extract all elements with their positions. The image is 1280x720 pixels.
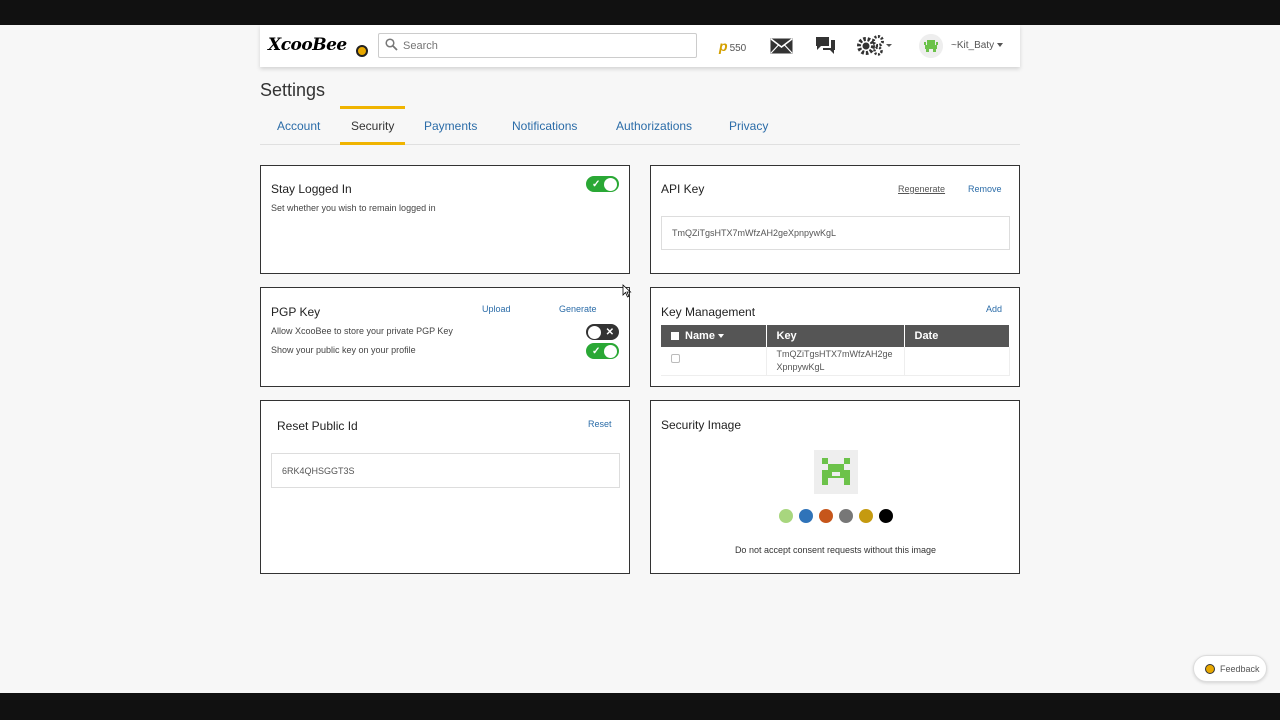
key-table: Name Key Date TmQZiTgsHTX7mWfzAH2ge Xpnpy… [661,325,1010,376]
store-private-key-toggle[interactable]: ✕ [586,324,619,340]
reset-link[interactable]: Reset [588,419,612,429]
generate-link[interactable]: Generate [559,304,597,314]
bottom-black-bar [0,693,1280,720]
chat-icon[interactable] [815,36,836,55]
table-row: TmQZiTgsHTX7mWfzAH2ge XpnpywKgL [661,347,1010,376]
active-tab-indicator-top [340,106,405,109]
tab-security[interactable]: Security [351,119,394,133]
date-column-header: Date [904,325,1010,347]
swatch-gray[interactable] [839,509,853,523]
chevron-down-icon [997,43,1004,48]
security-image-note: Do not accept consent requests without t… [734,545,937,555]
search-box[interactable] [378,33,697,58]
store-private-key-label: Allow XcooBee to store your private PGP … [271,326,453,336]
upload-link[interactable]: Upload [482,304,511,314]
swatch-light-green[interactable] [779,509,793,523]
app-header: XcooBee p550 [260,25,1020,67]
sort-caret-icon [717,334,724,339]
security-image-card: Security Image Do not accept consent req… [650,400,1020,574]
toggle-knob [588,326,601,339]
mail-icon[interactable] [770,38,793,54]
points-icon: p [719,38,728,54]
toggle-knob [604,345,617,358]
mouse-cursor-icon [622,284,632,298]
space-invader-icon[interactable] [814,450,858,494]
reset-public-id-card: Reset Public Id Reset 6RK4QHSGGT3S [260,400,630,574]
page-title: Settings [260,80,326,100]
top-black-bar [0,0,1280,25]
tab-notifications[interactable]: Notifications [512,119,577,133]
avatar-icon [919,34,943,58]
color-swatches [779,509,899,523]
name-column-header[interactable]: Name [661,325,767,347]
feedback-button[interactable]: Feedback [1193,655,1267,682]
tab-account[interactable]: Account [277,119,320,133]
security-image-title: Security Image [661,418,742,432]
add-key-link[interactable]: Add [986,304,1002,314]
gears-icon[interactable] [856,33,894,57]
swatch-orange[interactable] [819,509,833,523]
stay-logged-in-toggle[interactable]: ✓ [586,176,619,192]
key-management-card: Key Management Add Name Key Date TmQZiTg… [650,287,1020,387]
api-key-field[interactable]: TmQZiTgsHTX7mWfzAH2geXpnpywKgL [661,216,1010,250]
bee-icon [1205,664,1215,674]
show-public-key-toggle[interactable]: ✓ [586,343,619,359]
logo-text: XcooBee [268,35,347,55]
swatch-blue[interactable] [799,509,813,523]
api-key-card: API Key Regenerate Remove TmQZiTgsHTX7mW… [650,165,1020,274]
key-cell: TmQZiTgsHTX7mWfzAH2ge XpnpywKgL [766,347,905,376]
row-select-cell [661,347,767,376]
points-value: 550 [729,43,747,54]
public-id-field[interactable]: 6RK4QHSGGT3S [271,453,620,488]
reset-public-id-title: Reset Public Id [277,419,358,433]
active-tab-indicator [340,142,405,145]
swatch-black[interactable] [879,509,893,523]
pgp-key-card: PGP Key Upload Generate Allow XcooBee to… [260,287,630,387]
show-public-key-label: Show your public key on your profile [271,345,416,355]
date-cell [904,347,1010,376]
username: ~Kit_Baty [951,40,1004,51]
x-icon: ✕ [605,327,614,338]
bee-icon [356,45,368,57]
swatch-gold[interactable] [859,509,873,523]
stay-logged-in-subtitle: Set whether you wish to remain logged in [271,203,436,213]
tab-authorizations[interactable]: Authorizations [616,119,692,133]
pgp-key-title: PGP Key [271,305,321,319]
search-input[interactable] [403,37,688,55]
stay-logged-in-card: Stay Logged In Set whether you wish to r… [260,165,630,274]
select-all-checkbox[interactable] [671,332,679,341]
api-key-title: API Key [661,182,705,196]
points-balance[interactable]: p 550 [719,38,746,54]
xcoobee-logo[interactable]: XcooBee [266,31,370,61]
key-column-header: Key [766,325,905,347]
toggle-knob [604,178,617,191]
tab-privacy[interactable]: Privacy [729,119,768,133]
row-checkbox[interactable] [671,354,680,364]
check-icon: ✓ [592,179,601,190]
tab-payments[interactable]: Payments [424,119,477,133]
key-management-title: Key Management [661,305,756,319]
user-menu[interactable]: ~Kit_Baty [919,34,1019,58]
search-icon [385,38,398,51]
remove-link[interactable]: Remove [968,184,1002,194]
regenerate-link[interactable]: Regenerate [898,184,945,194]
stay-logged-in-title: Stay Logged In [271,182,352,196]
settings-tabs: Account Security Payments Notifications … [260,105,1020,145]
feedback-label: Feedback [1220,664,1260,674]
check-icon: ✓ [592,346,601,357]
